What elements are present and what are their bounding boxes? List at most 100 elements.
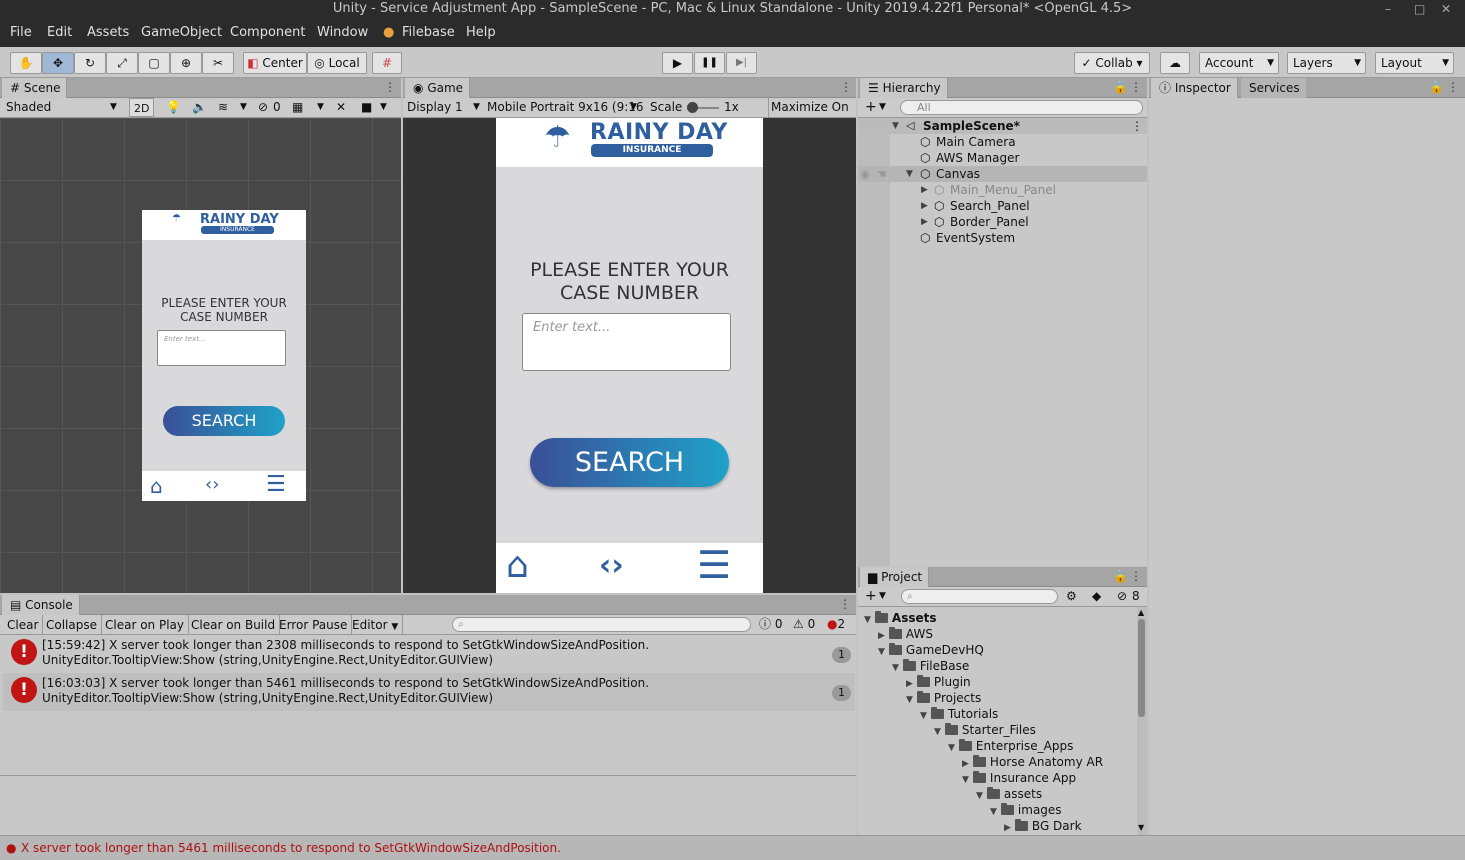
expand-arrow-icon[interactable]: ▼: [892, 663, 899, 673]
hierarchy-item-main-menu-panel[interactable]: ▶ ⬡ Main_Menu_Panel: [858, 182, 1147, 198]
scale-tool-icon[interactable]: ⤢: [106, 52, 138, 74]
rect-tool-icon[interactable]: ▢: [138, 52, 170, 74]
search-button[interactable]: SEARCH: [530, 438, 729, 487]
menu-component[interactable]: Component: [230, 25, 305, 40]
scroll-down-icon[interactable]: ▼: [1138, 823, 1144, 832]
move-tool-icon[interactable]: ✥: [42, 52, 74, 74]
hierarchy-item-border-panel[interactable]: ▶ ⬡ Border_Panel: [858, 214, 1147, 230]
hierarchy-scene-row[interactable]: ▼ ◁ SampleScene* ⋮: [858, 118, 1147, 134]
pivot-center-button[interactable]: ◧ Center: [243, 52, 307, 74]
menu-gameobject[interactable]: GameObject: [141, 25, 222, 40]
code-icon[interactable]: ‹›: [599, 548, 624, 583]
hierarchy-item-canvas[interactable]: ◉ ☚ ▼ ⬡ Canvas: [858, 166, 1147, 182]
project-row-starter-files[interactable]: ▼ Starter_Files: [934, 722, 1036, 738]
add-icon[interactable]: +: [865, 587, 877, 606]
warning-toggle[interactable]: ⚠ 0: [793, 615, 815, 634]
account-dropdown[interactable]: Account ▼: [1199, 52, 1279, 74]
scale-slider-handle[interactable]: [687, 102, 698, 113]
kebab-menu-icon[interactable]: ⋮: [839, 597, 851, 611]
hierarchy-search-input[interactable]: All: [900, 100, 1143, 115]
label-icon[interactable]: ◆: [1092, 587, 1101, 606]
pick-icon[interactable]: ☚: [876, 166, 887, 182]
grid-toggle-icon[interactable]: ▦: [292, 98, 303, 117]
project-row-enterprise-apps[interactable]: ▼ Enterprise_Apps: [948, 738, 1073, 754]
kebab-menu-icon[interactable]: ⋮: [1131, 118, 1143, 134]
lock-icon[interactable]: 🔒: [1429, 80, 1444, 94]
kebab-menu-icon[interactable]: ⋮: [1130, 569, 1142, 583]
project-row-images[interactable]: ▼ images: [990, 802, 1062, 818]
custom-tool-icon[interactable]: ✂: [202, 52, 234, 74]
expand-arrow-icon[interactable]: ▶: [921, 182, 928, 198]
lighting-icon[interactable]: 💡: [166, 98, 181, 117]
collapse-button[interactable]: Collapse: [42, 615, 102, 635]
project-row-projects[interactable]: ▼ Projects: [906, 690, 981, 706]
collab-button[interactable]: ✓ Collab ▾: [1074, 52, 1150, 74]
clear-on-build-button[interactable]: Clear on Build: [187, 615, 281, 635]
project-row-bg-dark[interactable]: ▶ BG Dark: [1004, 818, 1082, 834]
close-button[interactable]: ✕: [1441, 0, 1451, 18]
list-icon[interactable]: ☰: [697, 543, 731, 587]
menu-edit[interactable]: Edit: [47, 25, 72, 40]
game-viewport[interactable]: ☂ RAINY DAY INSURANCE PLEASE ENTER YOUR C…: [403, 118, 856, 593]
hierarchy-item-search-panel[interactable]: ▶ ⬡ Search_Panel: [858, 198, 1147, 214]
hidden-objects-icon[interactable]: ⊘: [258, 98, 268, 117]
console-search-input[interactable]: ⌕: [452, 617, 751, 632]
console-detail-divider[interactable]: [0, 775, 856, 776]
shading-dropdown[interactable]: Shaded: [6, 98, 51, 117]
scene-viewport[interactable]: ☂ RAINY DAY INSURANCE PLEASE ENTER YOUR C…: [0, 118, 401, 593]
project-row-aws[interactable]: ▶ AWS: [878, 626, 933, 642]
kebab-menu-icon[interactable]: ⋮: [1130, 80, 1142, 94]
tab-services[interactable]: Services: [1241, 78, 1306, 98]
project-row-tutorials[interactable]: ▼ Tutorials: [920, 706, 998, 722]
maximize-on-play[interactable]: Maximize On Pl: [768, 98, 856, 117]
tab-project[interactable]: ▆ Project: [860, 567, 930, 587]
maximize-button[interactable]: □: [1414, 0, 1425, 18]
expand-arrow-icon[interactable]: ▼: [906, 695, 913, 705]
case-number-input[interactable]: Enter text...: [522, 313, 731, 371]
hierarchy-item-aws-manager[interactable]: ⬡ AWS Manager: [858, 150, 1147, 166]
kebab-menu-icon[interactable]: ⋮: [384, 80, 396, 94]
project-row-horse-anatomy-ar[interactable]: ▶ Horse Anatomy AR: [962, 754, 1103, 770]
lock-icon[interactable]: 🔒: [1113, 80, 1128, 94]
console-entry[interactable]: ! [15:59:42] X server took longer than 2…: [3, 635, 855, 673]
console-entry[interactable]: ! [16:03:03] X server took longer than 5…: [3, 673, 855, 711]
home-icon[interactable]: ⌂: [506, 545, 529, 586]
layout-dropdown[interactable]: Layout ▼: [1375, 52, 1454, 74]
expand-arrow-icon[interactable]: ▼: [962, 775, 969, 785]
expand-arrow-icon[interactable]: ▼: [990, 807, 997, 817]
menu-filebase[interactable]: Filebase: [402, 25, 455, 40]
2d-toggle[interactable]: 2D: [129, 98, 155, 117]
expand-arrow-icon[interactable]: ▼: [864, 615, 871, 625]
status-bar[interactable]: ● X server took longer than 5461 millise…: [0, 835, 1465, 860]
hand-tool-icon[interactable]: ✋: [10, 52, 42, 74]
expand-arrow-icon[interactable]: ▼: [878, 647, 885, 657]
clear-button[interactable]: Clear: [3, 615, 44, 635]
expand-arrow-icon[interactable]: ▼: [892, 118, 899, 134]
menu-assets[interactable]: Assets: [87, 25, 129, 40]
tab-scene[interactable]: # Scene: [2, 78, 68, 98]
filter-type-icon[interactable]: ⚙: [1066, 587, 1077, 606]
error-pause-button[interactable]: Error Pause: [275, 615, 353, 635]
camera-icon[interactable]: ■: [361, 98, 372, 117]
scroll-up-icon[interactable]: ▲: [1138, 608, 1144, 617]
editor-dropdown[interactable]: Editor ▼: [348, 615, 404, 635]
add-icon[interactable]: +: [865, 98, 877, 117]
tab-hierarchy[interactable]: ☰ Hierarchy: [860, 78, 948, 98]
expand-arrow-icon[interactable]: ▼: [948, 743, 955, 753]
rotate-tool-icon[interactable]: ↻: [74, 52, 106, 74]
project-row-gamedevhq[interactable]: ▼ GameDevHQ: [878, 642, 984, 658]
project-row-assets-sub[interactable]: ▼ assets: [976, 786, 1042, 802]
project-row-plugin[interactable]: ▶ Plugin: [906, 674, 971, 690]
transform-tool-icon[interactable]: ⊕: [170, 52, 202, 74]
tools-icon[interactable]: ✕: [336, 98, 346, 117]
step-button[interactable]: ▶|: [726, 52, 757, 74]
project-row-insurance-app[interactable]: ▼ Insurance App: [962, 770, 1076, 786]
resolution-dropdown[interactable]: Mobile Portrait 9x16 (9:16: [487, 98, 644, 117]
menu-help[interactable]: Help: [466, 25, 496, 40]
error-toggle[interactable]: ●2: [827, 615, 845, 634]
hierarchy-item-eventsystem[interactable]: ⬡ EventSystem: [858, 230, 1147, 246]
pivot-local-button[interactable]: ◎ Local: [307, 52, 367, 74]
tab-inspector[interactable]: ⓘ Inspector: [1151, 78, 1238, 98]
hierarchy-item-main-camera[interactable]: ⬡ Main Camera: [858, 134, 1147, 150]
menu-file[interactable]: File: [10, 25, 32, 40]
